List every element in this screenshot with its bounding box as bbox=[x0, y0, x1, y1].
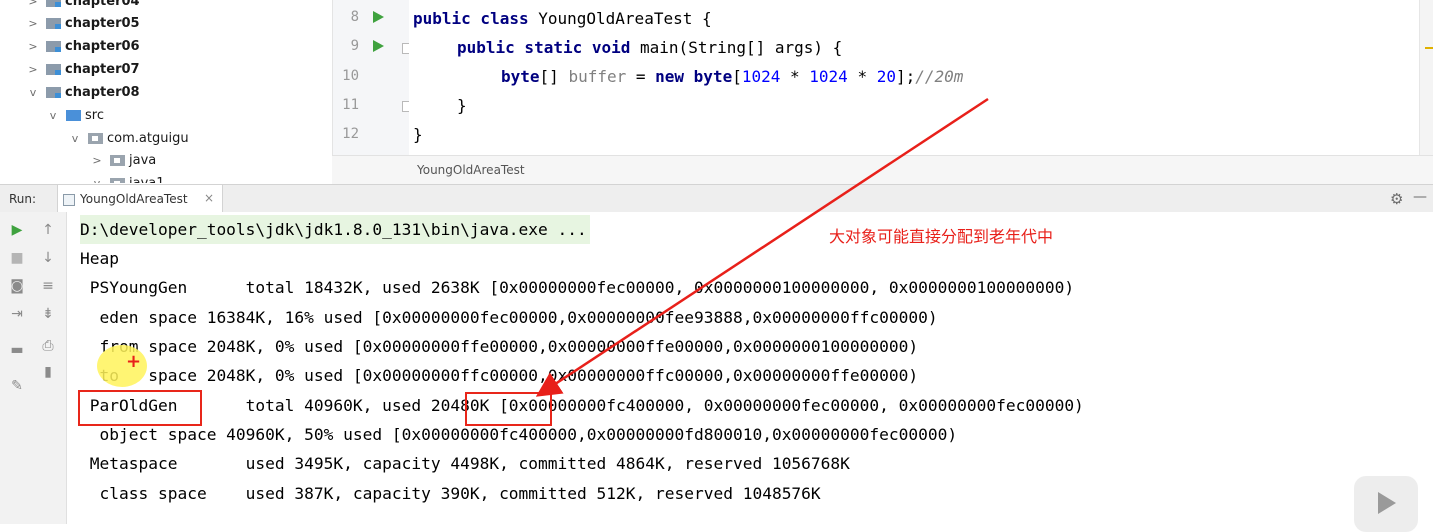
run-config-icon bbox=[63, 194, 75, 206]
tree-item-label: chapter07 bbox=[65, 61, 140, 77]
camera-icon[interactable]: ◙ bbox=[7, 276, 27, 296]
annotation-note: 大对象可能直接分配到老年代中 bbox=[829, 227, 1054, 246]
module-folder-icon bbox=[46, 63, 61, 75]
scroll-to-end-icon[interactable]: ⇟ bbox=[38, 304, 58, 324]
line-number: 10 bbox=[342, 68, 359, 84]
editor-scrollbar[interactable] bbox=[1419, 0, 1433, 155]
run-tab[interactable]: YoungOldAreaTest × bbox=[57, 185, 223, 213]
tree-item-label: chapter04 bbox=[65, 0, 140, 9]
highlight-box-used-value bbox=[465, 392, 552, 426]
line-number: 12 bbox=[342, 126, 359, 142]
tree-item-src[interactable]: v src bbox=[46, 104, 104, 126]
tree-item-chapter04[interactable]: > chapter04 bbox=[26, 0, 140, 12]
code-line: } bbox=[413, 125, 423, 144]
line-number: 9 bbox=[350, 38, 359, 54]
line-number: 11 bbox=[342, 97, 359, 113]
line-number: 8 bbox=[350, 9, 359, 25]
run-side-toolbar: ▶ ↑ ■ ↓ ◙ ≡ ⇥ ⇟ ▬ ⎙ ▮ ✎ bbox=[0, 212, 67, 524]
package-icon bbox=[110, 177, 125, 183]
chevron-right-icon[interactable]: > bbox=[26, 63, 40, 76]
tree-item-label: src bbox=[85, 107, 104, 123]
restore-layout-icon[interactable]: ⇥ bbox=[7, 304, 27, 324]
tree-item-label: com.atguigu bbox=[107, 130, 189, 146]
run-title: Run: bbox=[9, 192, 37, 206]
code-line: } bbox=[457, 96, 467, 115]
console-line: class space used 387K, capacity 390K, co… bbox=[80, 484, 821, 503]
module-folder-icon bbox=[46, 17, 61, 29]
warning-marker[interactable] bbox=[1425, 47, 1433, 49]
chevron-down-icon[interactable]: v bbox=[68, 132, 82, 145]
module-folder-icon bbox=[46, 40, 61, 52]
console-line: Metaspace used 3495K, capacity 4498K, co… bbox=[80, 454, 850, 473]
print-icon[interactable]: ⎙ bbox=[38, 336, 58, 356]
minimize-icon[interactable]: — bbox=[1413, 189, 1427, 205]
stop-icon[interactable]: ■ bbox=[7, 248, 27, 268]
module-folder-icon bbox=[46, 0, 61, 7]
package-icon bbox=[88, 132, 103, 144]
gear-icon[interactable]: ⚙ bbox=[1390, 190, 1403, 208]
code-line: byte[] buffer = new byte[1024 * 1024 * 2… bbox=[501, 67, 964, 86]
chevron-down-icon[interactable]: v bbox=[46, 109, 60, 122]
tree-item-chapter06[interactable]: > chapter06 bbox=[26, 35, 140, 57]
editor-gutter: 8 9 10 11 12 bbox=[332, 0, 413, 155]
play-icon bbox=[1378, 492, 1396, 514]
code-line: public class YoungOldAreaTest { bbox=[413, 9, 712, 28]
cursor-crosshair-icon: + bbox=[126, 351, 142, 372]
chevron-down-icon[interactable]: v bbox=[26, 86, 40, 99]
chevron-right-icon[interactable]: > bbox=[90, 154, 104, 167]
tree-item-label: java bbox=[129, 152, 157, 168]
code-editor[interactable]: public class YoungOldAreaTest { public s… bbox=[409, 0, 1433, 155]
highlight-box-paroldgen bbox=[78, 390, 202, 426]
code-line: public static void main(String[] args) { bbox=[457, 38, 843, 57]
console-line: to space 2048K, 0% used [0x00000000ffc00… bbox=[80, 366, 919, 385]
chevron-down-icon[interactable]: v bbox=[90, 177, 104, 184]
chevron-right-icon[interactable]: > bbox=[26, 0, 40, 8]
close-icon[interactable]: × bbox=[204, 191, 214, 205]
run-toolwindow-header: Run: YoungOldAreaTest × ⚙ — bbox=[0, 184, 1433, 214]
console-line: from space 2048K, 0% used [0x00000000ffe… bbox=[80, 337, 919, 356]
pin-icon[interactable]: ✎ bbox=[7, 376, 27, 396]
tree-item-label: chapter06 bbox=[65, 38, 140, 54]
tree-item-chapter07[interactable]: > chapter07 bbox=[26, 58, 140, 80]
run-class-icon[interactable] bbox=[373, 11, 384, 23]
tree-item-java[interactable]: > java bbox=[90, 149, 156, 171]
source-folder-icon bbox=[66, 109, 81, 121]
trash-icon[interactable]: ▮ bbox=[38, 362, 58, 382]
run-main-icon[interactable] bbox=[373, 40, 384, 52]
tree-item-label: java1 bbox=[129, 175, 165, 184]
chevron-right-icon[interactable]: > bbox=[26, 17, 40, 30]
soft-wrap-icon[interactable]: ≡ bbox=[38, 276, 58, 296]
project-tree: > chapter04 > chapter05 > chapter06 > ch… bbox=[0, 0, 332, 183]
layout-icon[interactable]: ▬ bbox=[7, 340, 27, 360]
scroll-up-icon[interactable]: ↑ bbox=[38, 220, 58, 240]
package-icon bbox=[110, 154, 125, 166]
editor-breadcrumb: YoungOldAreaTest bbox=[332, 155, 1433, 184]
console-line: Heap bbox=[80, 249, 119, 268]
rerun-icon[interactable]: ▶ bbox=[7, 220, 27, 240]
tree-item-label: chapter08 bbox=[65, 84, 140, 100]
tree-item-com-atguigu[interactable]: v com.atguigu bbox=[68, 127, 189, 149]
tree-item-java1[interactable]: v java1 bbox=[90, 172, 165, 183]
console-line: eden space 16384K, 16% used [0x00000000f… bbox=[80, 308, 938, 327]
module-folder-icon bbox=[46, 86, 61, 98]
tree-item-chapter05[interactable]: > chapter05 bbox=[26, 12, 140, 34]
tree-item-chapter08[interactable]: v chapter08 bbox=[26, 81, 140, 103]
console-output[interactable]: D:\developer_tools\jdk\jdk1.8.0_131\bin\… bbox=[67, 212, 1433, 524]
chevron-right-icon[interactable]: > bbox=[26, 40, 40, 53]
console-line: PSYoungGen total 18432K, used 2638K [0x0… bbox=[80, 278, 1075, 297]
tree-item-label: chapter05 bbox=[65, 15, 140, 31]
console-line-command: D:\developer_tools\jdk\jdk1.8.0_131\bin\… bbox=[80, 215, 590, 244]
run-tab-label: YoungOldAreaTest bbox=[80, 192, 188, 206]
console-line: ParOldGen total 40960K, used 20480K [0x0… bbox=[80, 396, 1084, 415]
scroll-down-icon[interactable]: ↓ bbox=[38, 248, 58, 268]
breadcrumb-class[interactable]: YoungOldAreaTest bbox=[417, 163, 525, 177]
